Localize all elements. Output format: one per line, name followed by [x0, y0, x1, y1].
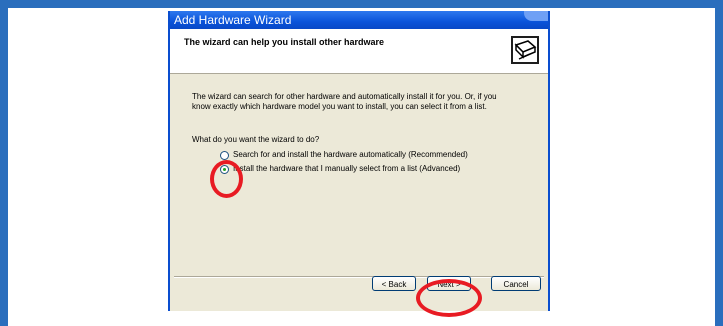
back-button[interactable]: < Back [372, 276, 416, 291]
cancel-button[interactable]: Cancel [491, 276, 541, 291]
title-bar-corner [524, 11, 548, 21]
header-title: The wizard can help you install other ha… [184, 37, 385, 47]
radio-button[interactable] [220, 150, 229, 160]
question-label: What do you want the wizard to do? [192, 135, 320, 144]
window-title: Add Hardware Wizard [174, 13, 292, 27]
highlight-circle-radio [210, 160, 243, 198]
highlight-circle-next [416, 279, 482, 317]
button-divider [174, 276, 544, 278]
title-bar: Add Hardware Wizard [170, 11, 548, 29]
option-install-manually[interactable]: Install the hardware that I manually sel… [220, 163, 460, 175]
hardware-wizard-icon [511, 36, 539, 64]
wizard-header: The wizard can help you install other ha… [170, 29, 548, 74]
option-label: Search for and install the hardware auto… [233, 150, 468, 159]
option-label: Install the hardware that I manually sel… [233, 164, 461, 173]
option-search-automatically[interactable]: Search for and install the hardware auto… [220, 149, 468, 161]
intro-text: The wizard can search for other hardware… [192, 92, 497, 111]
